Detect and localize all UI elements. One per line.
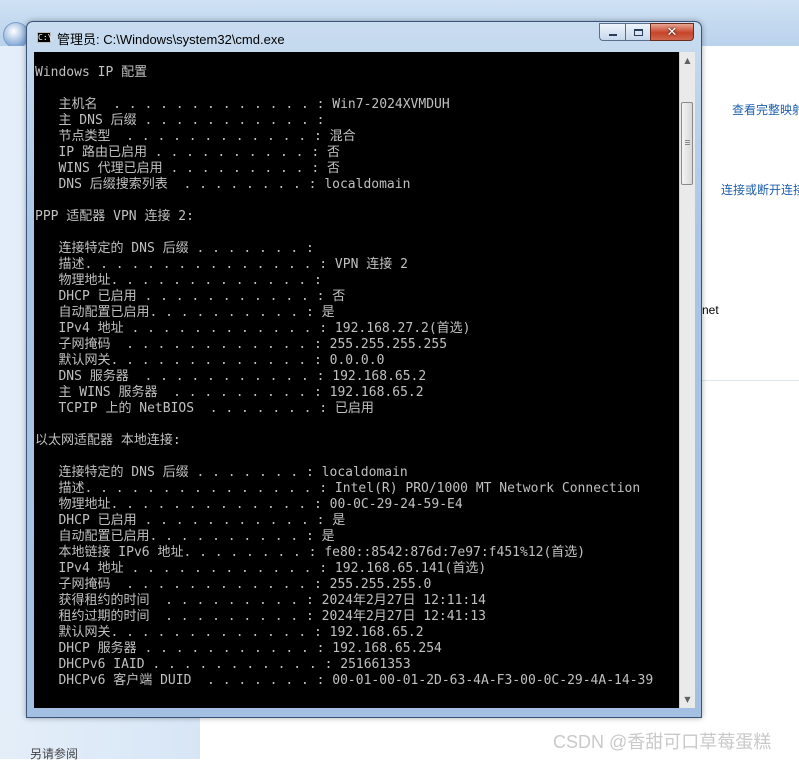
console-line: DHCPv6 IAID . . . . . . . . . . . : 2516… — [35, 657, 411, 672]
console-lines: Windows IP 配置 主机名 . . . . . . . . . . . … — [34, 52, 679, 689]
maximize-icon — [633, 28, 643, 36]
scroll-up-arrow-icon[interactable]: ▲ — [680, 52, 695, 69]
console-line: DNS 后缀搜索列表 . . . . . . . . : localdomain — [35, 177, 411, 192]
console-line: DHCP 服务器 . . . . . . . . . . . : 192.168… — [35, 641, 442, 656]
console-line: 以太网适配器 本地连接: — [35, 433, 181, 448]
console-line: 主 WINS 服务器 . . . . . . . . . : 192.168.6… — [35, 385, 424, 400]
grip-line — [685, 142, 690, 143]
console-line: 物理地址. . . . . . . . . . . . . : — [35, 273, 322, 288]
console-line: 默认网关. . . . . . . . . . . . . : 0.0.0.0 — [35, 353, 385, 368]
console-line: 描述. . . . . . . . . . . . . . . : VPN 连接… — [35, 257, 408, 272]
console-line: 本地链接 IPv6 地址. . . . . . . . : fe80::8542… — [35, 545, 586, 560]
console-line: IP 路由已启用 . . . . . . . . . . : 否 — [35, 145, 340, 160]
close-button[interactable]: ✕ — [650, 23, 694, 41]
console-output[interactable]: Windows IP 配置 主机名 . . . . . . . . . . . … — [34, 52, 679, 708]
window-title: 管理员: C:\Windows\system32\cmd.exe — [57, 32, 285, 47]
console-line: 子网掩码 . . . . . . . . . . . . : 255.255.2… — [35, 577, 432, 592]
console-line: 连接特定的 DNS 后缀 . . . . . . . : localdomain — [35, 465, 408, 480]
console-line: 自动配置已启用. . . . . . . . . . : 是 — [35, 305, 335, 320]
console-line: TCPIP 上的 NetBIOS . . . . . . . : 已启用 — [35, 401, 374, 416]
console-line: 描述. . . . . . . . . . . . . . . : Intel(… — [35, 481, 641, 496]
console-line: IPv4 地址 . . . . . . . . . . . . : 192.16… — [35, 561, 487, 576]
console-line: DNS 服务器 . . . . . . . . . . . : 192.168.… — [35, 369, 427, 384]
console-line: Windows IP 配置 — [35, 65, 148, 80]
watermark: CSDN @香甜可口草莓蛋糕 — [553, 732, 772, 752]
maximize-button[interactable] — [625, 23, 650, 41]
console-line: WINS 代理已启用 . . . . . . . . . : 否 — [35, 161, 340, 176]
scroll-thumb[interactable] — [681, 102, 693, 185]
title-bar[interactable]: C:\ 管理员: C:\Windows\system32\cmd.exe ✕ — [27, 22, 701, 52]
console-line: 默认网关. . . . . . . . . . . . . : 192.168.… — [35, 625, 424, 640]
minimize-button[interactable] — [599, 23, 625, 41]
vertical-scrollbar[interactable]: ▲ ▼ — [679, 52, 695, 708]
grip-line — [685, 140, 690, 141]
console-line: 主 DNS 后缀 . . . . . . . . . . . : — [35, 113, 325, 128]
console-line: 获得租约的时间 . . . . . . . . . : 2024年2月27日 1… — [35, 593, 486, 608]
window-controls: ✕ — [599, 23, 694, 42]
console-line: 主机名 . . . . . . . . . . . . . : Win7-202… — [35, 97, 450, 112]
minimize-icon — [608, 34, 617, 36]
network-name-text: net — [702, 303, 719, 317]
console-line: 租约过期的时间 . . . . . . . . . : 2024年2月27日 1… — [35, 609, 486, 624]
console-line: IPv4 地址 . . . . . . . . . . . . : 192.16… — [35, 321, 471, 336]
divider — [700, 380, 799, 381]
grip-line — [685, 144, 690, 145]
scroll-down-arrow-icon[interactable]: ▼ — [680, 691, 695, 708]
console-line: DHCPv6 客户端 DUID . . . . . . . : 00-01-00… — [35, 673, 654, 688]
connect-disconnect-link[interactable]: 连接或断开连接 — [721, 181, 799, 198]
console-line: 节点类型 . . . . . . . . . . . . : 混合 — [35, 129, 356, 144]
cmd-icon[interactable]: C:\ — [37, 32, 52, 43]
view-full-map-link[interactable]: 查看完整映射 — [732, 101, 799, 118]
console-line: 连接特定的 DNS 后缀 . . . . . . . : — [35, 241, 314, 256]
see-also-heading: 另请参阅 — [30, 747, 79, 761]
console-line: 自动配置已启用. . . . . . . . . . : 是 — [35, 529, 335, 544]
console-line: 物理地址. . . . . . . . . . . . . : 00-0C-29… — [35, 497, 463, 512]
console-line: PPP 适配器 VPN 连接 2: — [35, 209, 194, 224]
console-line: DHCP 已启用 . . . . . . . . . . . : 是 — [35, 513, 346, 528]
close-icon: ✕ — [666, 24, 678, 40]
cmd-window[interactable]: C:\ 管理员: C:\Windows\system32\cmd.exe ✕ W… — [26, 21, 702, 718]
console-line: DHCP 已启用 . . . . . . . . . . . : 否 — [35, 289, 346, 304]
console-line: 子网掩码 . . . . . . . . . . . . : 255.255.2… — [35, 337, 448, 352]
